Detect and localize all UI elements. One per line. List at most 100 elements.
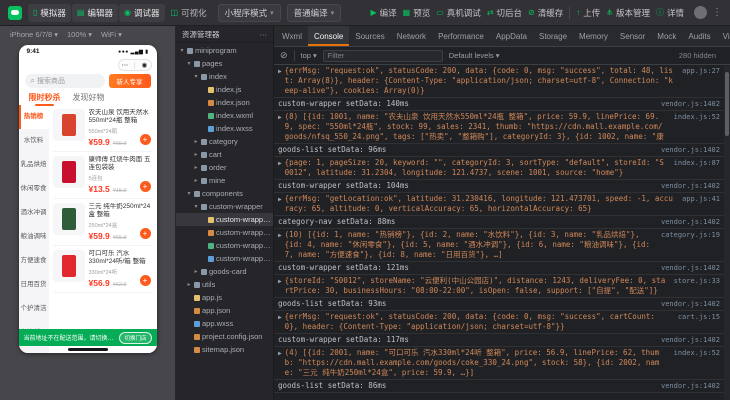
tab-flash-sale[interactable]: 限时秒杀 (29, 92, 61, 106)
console-log-entry[interactable]: ▶ (4) [{id: 2001, name: "可口可乐 汽水330ml*24听… (274, 347, 730, 380)
device-select[interactable]: iPhone 6/7/8 ▾ (10, 30, 58, 39)
compile-mode-select[interactable]: 普通编译 ▾ (286, 3, 342, 22)
source-link[interactable]: vendor.js:1402 (661, 335, 720, 345)
tree-file-app.js[interactable]: app.js (176, 291, 273, 304)
tab-network[interactable]: Network (391, 26, 432, 46)
source-link[interactable]: vendor.js:1402 (661, 299, 720, 309)
tab-mock[interactable]: Mock (651, 26, 682, 46)
debugger-toggle[interactable]: ◉ 调试器 (119, 3, 165, 22)
mode-select[interactable]: 小程序模式 ▾ (217, 3, 281, 22)
tree-file-project.config.json[interactable]: project.config.json (176, 330, 273, 343)
log-level-select[interactable]: Default levels ▾ (449, 51, 500, 60)
console-filter-input[interactable] (322, 49, 443, 62)
tree-file-index.wxss[interactable]: index.wxss (176, 122, 273, 135)
add-to-cart-button[interactable]: + (139, 274, 151, 286)
remote-debug-button[interactable]: ▭ 真机调试 (436, 7, 481, 19)
tree-file-index.json[interactable]: index.json (176, 96, 273, 109)
tree-file-custom-wrapper.json[interactable]: custom-wrapper.json (176, 226, 273, 239)
tab-performance[interactable]: Performance (432, 26, 490, 46)
tree-folder-pages[interactable]: ▾ pages (176, 57, 273, 70)
tree-file-custom-wrapper.wxml[interactable]: custom-wrapper.wxml (176, 239, 273, 252)
source-link[interactable]: vendor.js:1402 (661, 99, 720, 109)
source-link[interactable]: vendor.js:1402 (661, 181, 720, 191)
preview-button[interactable]: ▦ 预览 (403, 7, 431, 19)
scrollbar-thumb[interactable] (725, 72, 729, 136)
tree-folder-order[interactable]: ▸ order (176, 161, 273, 174)
tree-file-custom-wrapper.wxss[interactable]: custom-wrapper.wxss (176, 252, 273, 265)
source-link[interactable]: app.js:41 (682, 194, 720, 204)
tree-folder-mine[interactable]: ▸ mine (176, 174, 273, 187)
console-timing-entry[interactable]: custom-wrapper setData: 117ms vendor.js:1… (274, 334, 730, 347)
source-link[interactable]: store.js:33 (674, 276, 720, 286)
category-item[interactable]: 个护清洁 (19, 297, 49, 321)
background-switch-button[interactable]: ⇄ 切后台 (487, 7, 522, 19)
console-timing-entry[interactable]: custom-wrapper setData: 104ms vendor.js:1… (274, 180, 730, 193)
category-item[interactable]: 日用百货 (19, 273, 49, 297)
category-item[interactable]: 方便速食 (19, 249, 49, 273)
tree-folder-components[interactable]: ▾ components (176, 187, 273, 200)
console-log-entry[interactable]: ▶ {errMsg: "request:ok", statusCode: 200,… (274, 311, 730, 334)
tab-sources[interactable]: Sources (349, 26, 390, 46)
tab-memory[interactable]: Memory (573, 26, 614, 46)
console-log-entry[interactable]: ▶ (8) [{id: 1001, name: "农夫山泉 饮用天然水550ml*… (274, 111, 730, 144)
source-link[interactable]: app.js:27 (682, 66, 720, 76)
console-log-entry[interactable]: ▶ (10) [{id: 1, name: "热销榜"}, {id: 2, nam… (274, 229, 730, 262)
more-icon[interactable]: ⋯ (122, 61, 129, 69)
version-control-button[interactable]: ⋔ 版本管理 (606, 7, 650, 19)
console-timing-entry[interactable]: goods-list setData: 96ms vendor.js:1402 (274, 144, 730, 157)
details-button[interactable]: ⓘ 详情 (656, 7, 684, 19)
console-log-entry[interactable]: ▶ {errMsg: "getLocation:ok", latitude: 31… (274, 193, 730, 216)
tree-file-custom-wrapper.js[interactable]: custom-wrapper.js (176, 213, 273, 226)
tree-folder-cart[interactable]: ▸ cart (176, 148, 273, 161)
add-to-cart-button[interactable]: + (139, 227, 151, 239)
category-item[interactable]: 乳品烘焙 (19, 153, 49, 177)
product-card[interactable]: 农夫山泉 饮用天然水550ml*24瓶 整箱 550ml*24瓶 ¥59.9 ¥69.… (52, 105, 153, 152)
console-timing-entry[interactable]: custom-wrapper setData: 140ms vendor.js:1… (274, 98, 730, 111)
product-card[interactable]: 三元 纯牛奶250ml*24盒 整箱 250ml*24盒 ¥59.9 ¥66.9 + (52, 199, 153, 246)
console-log-entry[interactable]: ▶ {storeId: "S0012", storeName: "云便利(中山公园… (274, 275, 730, 298)
category-item[interactable]: 酒水冲调 (19, 201, 49, 225)
visualization-toggle[interactable]: ◫ 可视化 (166, 4, 212, 22)
source-link[interactable]: cart.js:15 (678, 312, 720, 322)
expand-icon[interactable]: ▶ (278, 113, 282, 123)
tree-file-sitemap.json[interactable]: sitemap.json (176, 343, 273, 356)
tree-folder-category[interactable]: ▸ category (176, 135, 273, 148)
editor-toggle[interactable]: ▤ 编辑器 (71, 3, 118, 22)
expand-icon[interactable]: ▶ (278, 313, 282, 323)
console-timing-entry[interactable]: category-nav setData: 88ms vendor.js:1402 (274, 216, 730, 229)
tab-wxml[interactable]: Wxml (276, 26, 308, 46)
product-card[interactable]: 康师傅 红烧牛肉面 五连包袋装 5连包 ¥13.5 ¥15.0 + (52, 152, 153, 199)
source-link[interactable]: index.js:52 (674, 112, 720, 122)
search-input[interactable]: ⌕ 搜索商品 (24, 74, 105, 88)
tree-folder-goods-card[interactable]: ▸ goods-card (176, 265, 273, 278)
tree-folder-miniprogram[interactable]: ▾ miniprogram (176, 44, 273, 57)
source-link[interactable]: vendor.js:1402 (661, 217, 720, 227)
tree-folder-utils[interactable]: ▸ utils (176, 278, 273, 291)
source-link[interactable]: category.js:19 (661, 230, 720, 240)
category-item[interactable]: 粮油调味 (19, 225, 49, 249)
simulator-toggle[interactable]: ▯ 模拟器 (28, 3, 71, 22)
expand-icon[interactable]: ▶ (278, 195, 282, 205)
capsule-menu[interactable]: ⋯ ◉ (117, 59, 152, 71)
exit-icon[interactable]: ◉ (142, 61, 148, 69)
network-select[interactable]: WiFi ▾ (101, 30, 122, 39)
tab-visualization[interactable]: Visualization (717, 26, 730, 46)
tab-discover[interactable]: 发现好物 (73, 92, 105, 105)
tree-file-index.wxml[interactable]: index.wxml (176, 109, 273, 122)
clear-cache-button[interactable]: ⊘ 清缓存 (528, 7, 563, 19)
category-item[interactable]: 热销榜 (18, 105, 49, 129)
source-link[interactable]: vendor.js:1402 (661, 263, 720, 273)
add-to-cart-button[interactable]: + (139, 133, 151, 145)
tab-audits[interactable]: Audits (682, 26, 716, 46)
expand-icon[interactable]: ▶ (278, 231, 282, 241)
source-link[interactable]: index.js:52 (674, 348, 720, 358)
expand-icon[interactable]: ▶ (278, 277, 282, 287)
clear-console-icon[interactable]: ⊘ (280, 50, 288, 61)
compile-button[interactable]: ▶ 编译 (370, 7, 396, 19)
tree-file-app.json[interactable]: app.json (176, 304, 273, 317)
source-link[interactable]: vendor.js:1402 (661, 145, 720, 155)
console-timing-entry[interactable]: goods-list setData: 93ms vendor.js:1402 (274, 298, 730, 311)
switch-store-button[interactable]: 切换门店 (119, 331, 152, 344)
category-item[interactable]: 水饮料 (19, 129, 49, 153)
tree-folder-index[interactable]: ▾ index (176, 70, 273, 83)
